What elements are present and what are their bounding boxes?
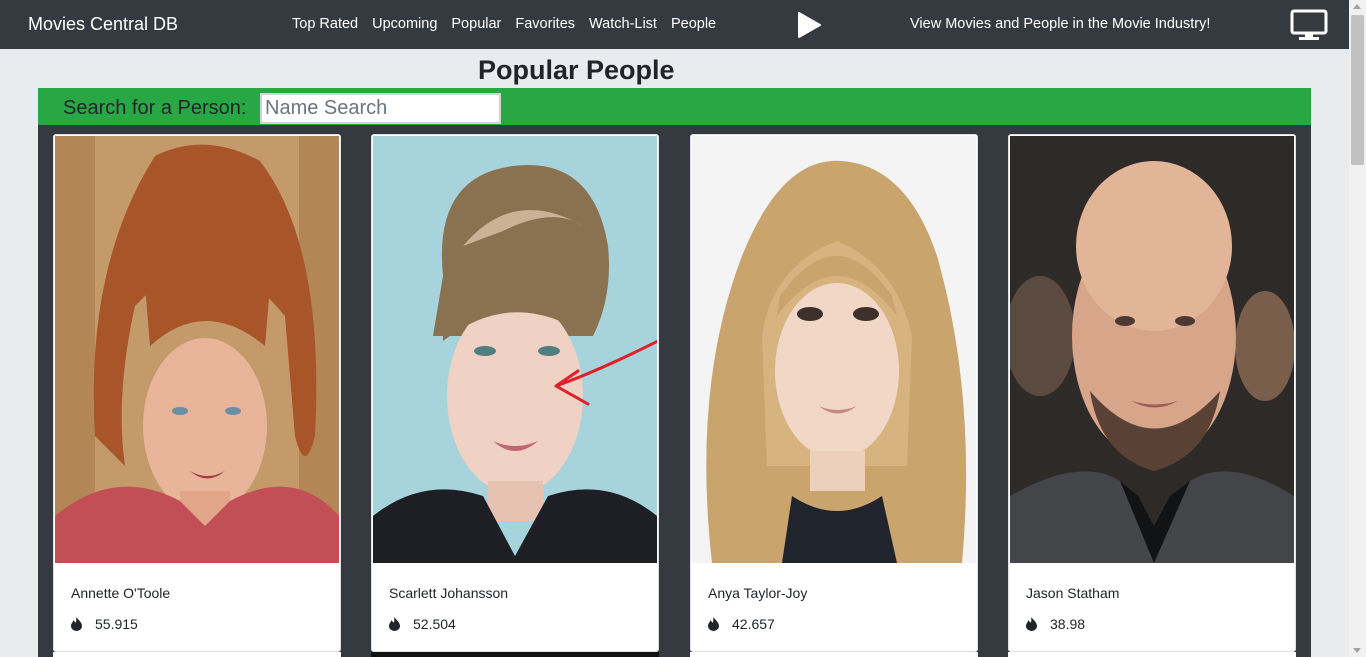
nav-links: Top Rated Upcoming Popular Favorites Wat… bbox=[292, 16, 716, 32]
name-search-input[interactable] bbox=[260, 93, 501, 124]
person-card[interactable]: Annette O'Toole 55.915 bbox=[53, 134, 341, 652]
fire-icon bbox=[708, 617, 719, 631]
navbar: Movies Central DB Top Rated Upcoming Pop… bbox=[0, 0, 1349, 49]
person-card-partial[interactable] bbox=[371, 652, 659, 657]
nav-people[interactable]: People bbox=[671, 16, 716, 32]
search-bar: Search for a Person: bbox=[38, 88, 1311, 125]
popularity: 52.504 bbox=[389, 616, 456, 632]
nav-upcoming[interactable]: Upcoming bbox=[372, 16, 437, 32]
person-card[interactable]: Scarlett Johansson 52.504 bbox=[371, 134, 659, 652]
nav-favorites[interactable]: Favorites bbox=[515, 16, 575, 32]
nav-top-rated[interactable]: Top Rated bbox=[292, 16, 358, 32]
popularity-value: 52.504 bbox=[413, 616, 456, 632]
person-name: Jason Statham bbox=[1026, 585, 1120, 601]
brand-link[interactable]: Movies Central DB bbox=[28, 14, 178, 35]
person-card-partial[interactable] bbox=[690, 652, 978, 657]
person-photo bbox=[692, 136, 976, 563]
person-card-partial[interactable] bbox=[53, 652, 341, 657]
nav-popular[interactable]: Popular bbox=[451, 16, 501, 32]
scroll-up-arrow-icon[interactable] bbox=[1353, 4, 1361, 9]
popularity-value: 42.657 bbox=[732, 616, 775, 632]
person-photo bbox=[373, 136, 657, 563]
scroll-thumb[interactable] bbox=[1351, 15, 1364, 165]
popularity: 55.915 bbox=[71, 616, 138, 632]
popularity-value: 38.98 bbox=[1050, 616, 1086, 632]
person-photo bbox=[1010, 136, 1294, 563]
person-photo bbox=[55, 136, 339, 563]
scroll-down-arrow-icon[interactable] bbox=[1353, 648, 1361, 653]
person-name: Annette O'Toole bbox=[71, 585, 171, 601]
play-icon[interactable] bbox=[796, 11, 822, 39]
tv-icon[interactable] bbox=[1290, 9, 1328, 41]
person-name: Scarlett Johansson bbox=[389, 585, 509, 601]
popularity: 42.657 bbox=[708, 616, 775, 632]
person-card[interactable]: Anya Taylor-Joy 42.657 bbox=[690, 134, 978, 652]
popularity: 38.98 bbox=[1026, 616, 1085, 632]
person-name: Anya Taylor-Joy bbox=[708, 585, 808, 601]
person-card[interactable]: Jason Statham 38.98 bbox=[1008, 134, 1296, 652]
fire-icon bbox=[389, 617, 400, 631]
fire-icon bbox=[1026, 617, 1037, 631]
popularity-value: 55.915 bbox=[95, 616, 138, 632]
fire-icon bbox=[71, 617, 82, 631]
search-label: Search for a Person: bbox=[63, 97, 247, 119]
tagline: View Movies and People in the Movie Indu… bbox=[910, 16, 1211, 32]
page-title: Popular People bbox=[478, 55, 675, 85]
nav-watch-list[interactable]: Watch-List bbox=[589, 16, 657, 32]
person-card-partial[interactable] bbox=[1008, 652, 1296, 657]
page-scrollbar[interactable] bbox=[1349, 0, 1366, 657]
